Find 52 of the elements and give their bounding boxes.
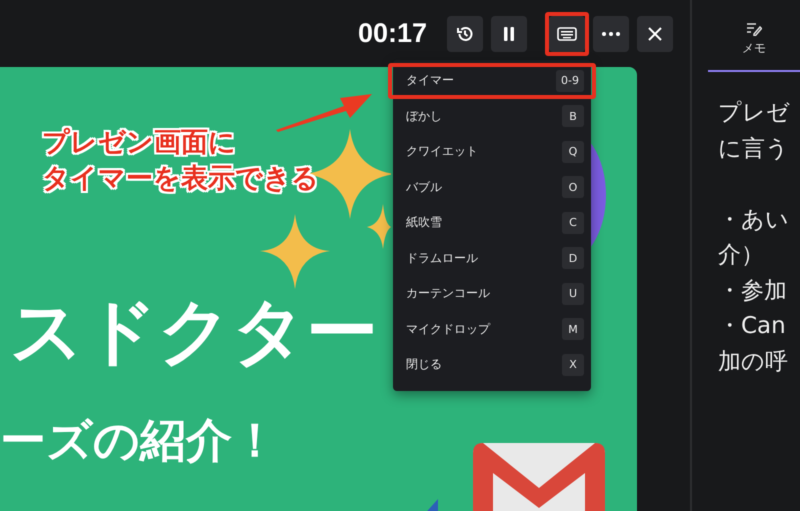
note-line: ・参加 [718,276,788,306]
annotation-text: タイマーを表示できる [42,163,319,196]
slide-title: スドクター [10,295,378,367]
more-icon [602,32,620,36]
menu-item[interactable]: バブル O [388,170,596,205]
menu-item-label: クワイエット [406,143,478,160]
note-line: 介） [718,241,765,270]
pause-button[interactable] [491,16,527,52]
menu-item-label: バブル [406,178,442,196]
menu-item-label: マイクドロップ [406,320,490,338]
note-line: 加の呼 [718,348,789,376]
annotation-text: プレゼン画面に [42,127,237,160]
mail-logo-icon [473,443,605,511]
menu-item[interactable]: 閉じる X [388,347,596,382]
close-icon [648,26,662,40]
keyboard-button[interactable] [549,16,585,52]
menu-item[interactable]: タイマー 0-9 [388,63,596,98]
close-button[interactable] [637,16,673,52]
note-line: プレゼ [718,99,791,128]
shortcut-key: D [562,247,584,270]
shortcut-key: Q [562,140,584,163]
history-icon [456,24,474,42]
note-line: ・あい [718,206,790,234]
menu-item-label: ドラムロール [406,250,478,267]
menu-item-label: 閉じる [406,356,442,374]
menu-item[interactable]: クワイエット Q [388,134,596,170]
more-button[interactable] [593,16,629,52]
menu-item[interactable]: ぼかし B [388,98,596,134]
pause-icon [503,26,515,40]
shortcut-key: 0-9 [556,70,584,92]
shortcut-key: O [562,176,584,198]
menu-item-label: カーテンコール [406,285,490,302]
keyboard-icon [557,26,577,40]
menu-item-label: ぼかし [406,108,442,125]
notes-tab[interactable]: メモ [708,22,800,72]
timer-display: 00:17 [358,18,427,49]
slide-subtitle: ーズの紹介！ [0,417,278,463]
menu-item[interactable]: ドラムロール D [388,240,596,276]
shortcut-key: M [562,318,584,340]
menu-item[interactable]: カーテンコール U [388,276,596,312]
note-line: に言う [718,134,790,164]
menu-item[interactable]: マイクドロップ M [388,312,596,347]
shortcut-key: U [562,282,584,305]
shortcut-key: C [562,212,584,234]
notes-pen-icon [746,22,762,36]
menu-item-label: タイマー [406,72,454,90]
note-line: ・Can [718,312,787,341]
shortcut-key: X [562,354,584,376]
menu-item-label: 紙吹雪 [406,214,442,232]
menu-item[interactable]: 紙吹雪 C [388,205,596,240]
history-button[interactable] [447,16,483,52]
shortcut-key: B [562,105,584,128]
